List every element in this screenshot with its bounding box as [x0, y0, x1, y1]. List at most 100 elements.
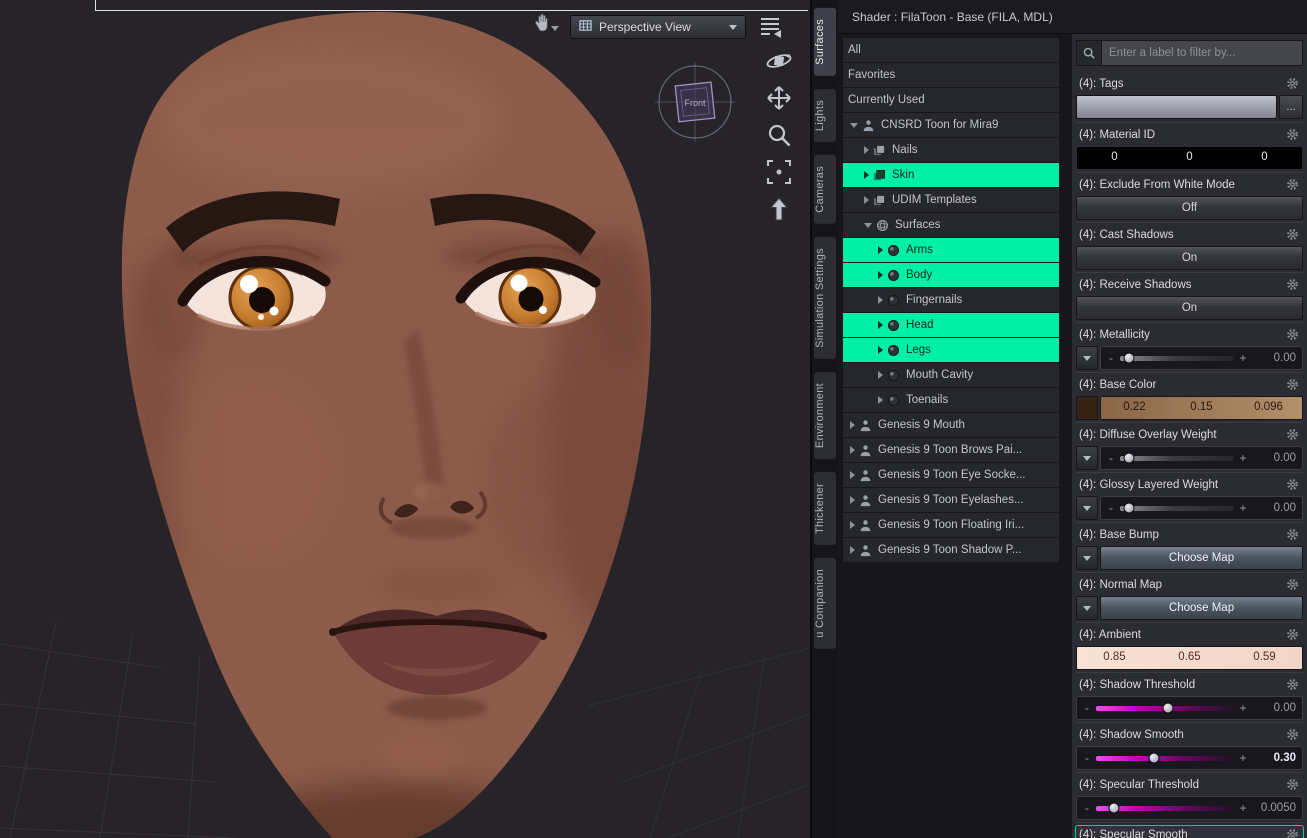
slider-value[interactable]: 0.30 [1252, 752, 1296, 764]
gear-icon[interactable] [1286, 528, 1300, 542]
orbit-icon[interactable] [764, 46, 794, 76]
slider-decrement-button[interactable]: - [1083, 701, 1091, 715]
surface-list-item-cnsrd-toon-for-mira9[interactable]: CNSRD Toon for Mira9 [843, 113, 1059, 137]
gear-icon[interactable] [1286, 778, 1300, 792]
surface-list-item-legs[interactable]: Legs [843, 338, 1059, 362]
gear-icon[interactable] [1286, 578, 1300, 592]
pane-tab-lights[interactable]: Lights [814, 88, 836, 142]
surface-list-item-arms[interactable]: Arms [843, 238, 1059, 262]
gear-icon[interactable] [1286, 828, 1300, 838]
slider-handle[interactable] [1123, 352, 1135, 364]
surface-list-item-toenails[interactable]: Toenails [843, 388, 1059, 412]
slider[interactable]: - +0.00 [1100, 446, 1303, 470]
value-field[interactable]: 0.65 [1152, 647, 1227, 669]
slider-value[interactable]: 0.00 [1252, 452, 1296, 464]
color-swatch[interactable] [1076, 396, 1098, 420]
pane-tab-thickener[interactable]: Thickener [814, 471, 836, 545]
toggle-button[interactable]: On [1076, 246, 1303, 270]
expand-down-icon[interactable] [864, 222, 872, 228]
expand-right-icon[interactable] [878, 246, 883, 254]
surface-list-item-genesis-9-toon-shadow-p[interactable]: Genesis 9 Toon Shadow P... [843, 538, 1059, 562]
frame-icon[interactable] [764, 157, 794, 187]
surface-list-item-favorites[interactable]: Favorites [843, 63, 1059, 87]
slider-decrement-button[interactable]: - [1083, 751, 1091, 765]
up-arrow-icon[interactable] [764, 194, 794, 224]
view-cube[interactable]: Front [653, 60, 737, 144]
surface-list-item-skin[interactable]: Skin [843, 163, 1059, 187]
expand-right-icon[interactable] [864, 171, 869, 179]
slider-value[interactable]: 0.00 [1252, 702, 1296, 714]
pane-tab-simulation-settings[interactable]: Simulation Settings [814, 236, 836, 359]
slider[interactable]: - +0.0050 [1076, 796, 1303, 820]
expand-right-icon[interactable] [878, 371, 883, 379]
expand-right-icon[interactable] [850, 546, 855, 554]
pan-icon[interactable] [764, 83, 794, 113]
surface-list-item-nails[interactable]: Nails [843, 138, 1059, 162]
surface-list-item-genesis-9-mouth[interactable]: Genesis 9 Mouth [843, 413, 1059, 437]
expand-right-icon[interactable] [878, 271, 883, 279]
expand-right-icon[interactable] [850, 496, 855, 504]
toggle-button[interactable]: Off [1076, 196, 1303, 220]
gear-icon[interactable] [1286, 77, 1300, 91]
slider-increment-button[interactable]: + [1239, 501, 1247, 515]
filter-input[interactable] [1102, 40, 1303, 66]
surface-list-item-genesis-9-toon-eyelashes[interactable]: Genesis 9 Toon Eyelashes... [843, 488, 1059, 512]
gear-icon[interactable] [1286, 378, 1300, 392]
expand-right-icon[interactable] [878, 321, 883, 329]
expand-right-icon[interactable] [850, 421, 855, 429]
slider-decrement-button[interactable]: - [1107, 351, 1115, 365]
viewport-hand-tool[interactable] [533, 12, 563, 38]
surface-list-item-head[interactable]: Head [843, 313, 1059, 337]
dropdown-button[interactable] [1076, 346, 1098, 370]
color-values[interactable]: 0.85 0.65 0.59 [1076, 646, 1303, 670]
expand-down-icon[interactable] [850, 122, 858, 128]
slider-value[interactable]: 0.00 [1252, 352, 1296, 364]
slider-increment-button[interactable]: + [1239, 751, 1247, 765]
surface-list-item-genesis-9-toon-floating-iri[interactable]: Genesis 9 Toon Floating Iri... [843, 513, 1059, 537]
toggle-button[interactable]: On [1076, 296, 1303, 320]
slider[interactable]: - +0.30 [1076, 746, 1303, 770]
more-button[interactable]: ... [1279, 95, 1303, 119]
slider-decrement-button[interactable]: - [1107, 451, 1115, 465]
expand-right-icon[interactable] [850, 471, 855, 479]
value-field[interactable]: 0.15 [1168, 397, 1235, 419]
pane-tab-u-companion[interactable]: u Companion [814, 557, 836, 649]
dropdown-button[interactable] [1076, 446, 1098, 470]
dropdown-button[interactable] [1076, 546, 1098, 570]
gear-icon[interactable] [1286, 478, 1300, 492]
gear-icon[interactable] [1286, 628, 1300, 642]
slider-value[interactable]: 0.0050 [1252, 802, 1296, 814]
value-field[interactable]: 0 [1077, 147, 1152, 169]
zoom-icon[interactable] [764, 120, 794, 150]
gear-icon[interactable] [1286, 178, 1300, 192]
expand-right-icon[interactable] [864, 146, 869, 154]
slider-decrement-button[interactable]: - [1083, 801, 1091, 815]
pane-tab-environment[interactable]: Environment [814, 371, 836, 459]
choose-map-button[interactable]: Choose Map [1100, 546, 1303, 570]
slider-increment-button[interactable]: + [1239, 801, 1247, 815]
pane-tab-surfaces[interactable]: Surfaces [814, 8, 836, 76]
slider-track[interactable] [1120, 502, 1234, 514]
expand-right-icon[interactable] [878, 346, 883, 354]
gear-icon[interactable] [1286, 278, 1300, 292]
viewport-3d[interactable]: Perspective View Front [0, 0, 810, 838]
value-field[interactable]: 0 [1227, 147, 1302, 169]
value-field[interactable]: 0.85 [1077, 647, 1152, 669]
slider[interactable]: - +0.00 [1100, 496, 1303, 520]
slider-track[interactable] [1120, 452, 1234, 464]
value-field[interactable]: 0 [1152, 147, 1227, 169]
surface-list-item-fingernails[interactable]: Fingernails [843, 288, 1059, 312]
gear-icon[interactable] [1286, 678, 1300, 692]
slider-increment-button[interactable]: + [1239, 701, 1247, 715]
slider-handle[interactable] [1148, 752, 1160, 764]
slider-track[interactable] [1120, 352, 1234, 364]
gear-icon[interactable] [1286, 228, 1300, 242]
pane-menu-icon[interactable] [757, 13, 783, 39]
slider[interactable]: - +0.00 [1100, 346, 1303, 370]
value-field[interactable]: 0.096 [1235, 397, 1302, 419]
slider-decrement-button[interactable]: - [1107, 501, 1115, 515]
surface-list-item-genesis-9-toon-eye-socke[interactable]: Genesis 9 Toon Eye Socke... [843, 463, 1059, 487]
gear-icon[interactable] [1286, 328, 1300, 342]
slider-handle[interactable] [1108, 802, 1120, 814]
slider-track[interactable] [1096, 752, 1234, 764]
